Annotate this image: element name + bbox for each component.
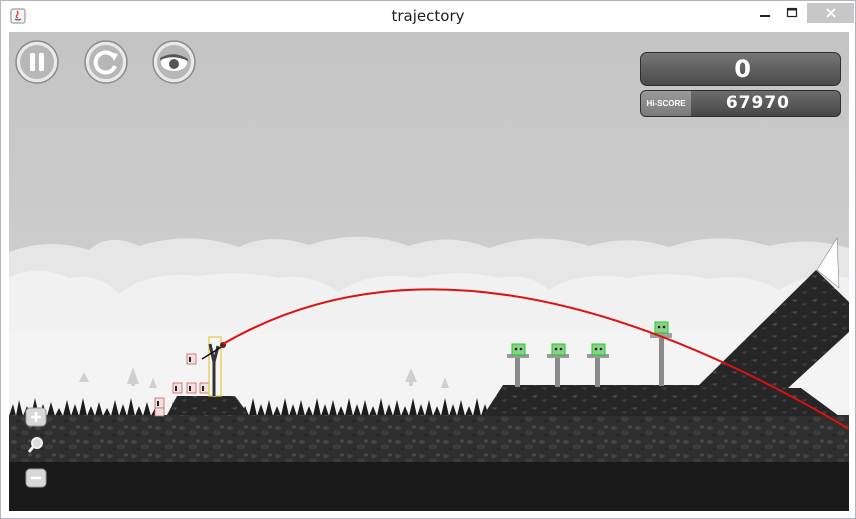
pig-2 [551, 343, 566, 356]
restart-button[interactable] [84, 40, 128, 84]
plus-icon [25, 407, 47, 427]
pig-4 [654, 321, 669, 334]
zoom-magnifier [27, 436, 45, 454]
zoom-in-button[interactable] [25, 407, 47, 427]
title-bar[interactable]: trajectory [1, 1, 855, 31]
window-title: trajectory [391, 7, 465, 25]
slingshot-mound [167, 396, 249, 415]
score-value: 0 [734, 55, 752, 83]
pig-1 [511, 343, 526, 356]
score-panel: 0 [640, 52, 841, 86]
app-window: trajectory 0 Hi-SCORE 67970 [0, 0, 856, 519]
minimize-button[interactable] [750, 3, 780, 23]
structure-base [483, 385, 839, 416]
minimize-icon [760, 15, 770, 17]
ground-bedrock [9, 462, 849, 511]
pause-button[interactable] [15, 40, 59, 84]
magnifier-icon [27, 437, 43, 453]
hiscore-label: Hi-SCORE [641, 91, 691, 116]
maximize-icon [786, 7, 798, 18]
game-canvas[interactable]: 0 Hi-SCORE 67970 [9, 32, 849, 511]
pig-3 [591, 343, 606, 356]
close-button[interactable] [807, 3, 854, 23]
restart-icon [84, 40, 128, 84]
minus-icon [25, 468, 47, 488]
zoom-out-button[interactable] [25, 468, 47, 488]
view-button[interactable] [152, 40, 196, 84]
eye-icon [152, 40, 196, 84]
pause-icon [15, 40, 59, 84]
close-icon [825, 8, 836, 18]
hiscore-value: 67970 [725, 93, 790, 113]
maximize-button[interactable] [777, 3, 807, 23]
hiscore-panel: Hi-SCORE 67970 [640, 90, 841, 117]
